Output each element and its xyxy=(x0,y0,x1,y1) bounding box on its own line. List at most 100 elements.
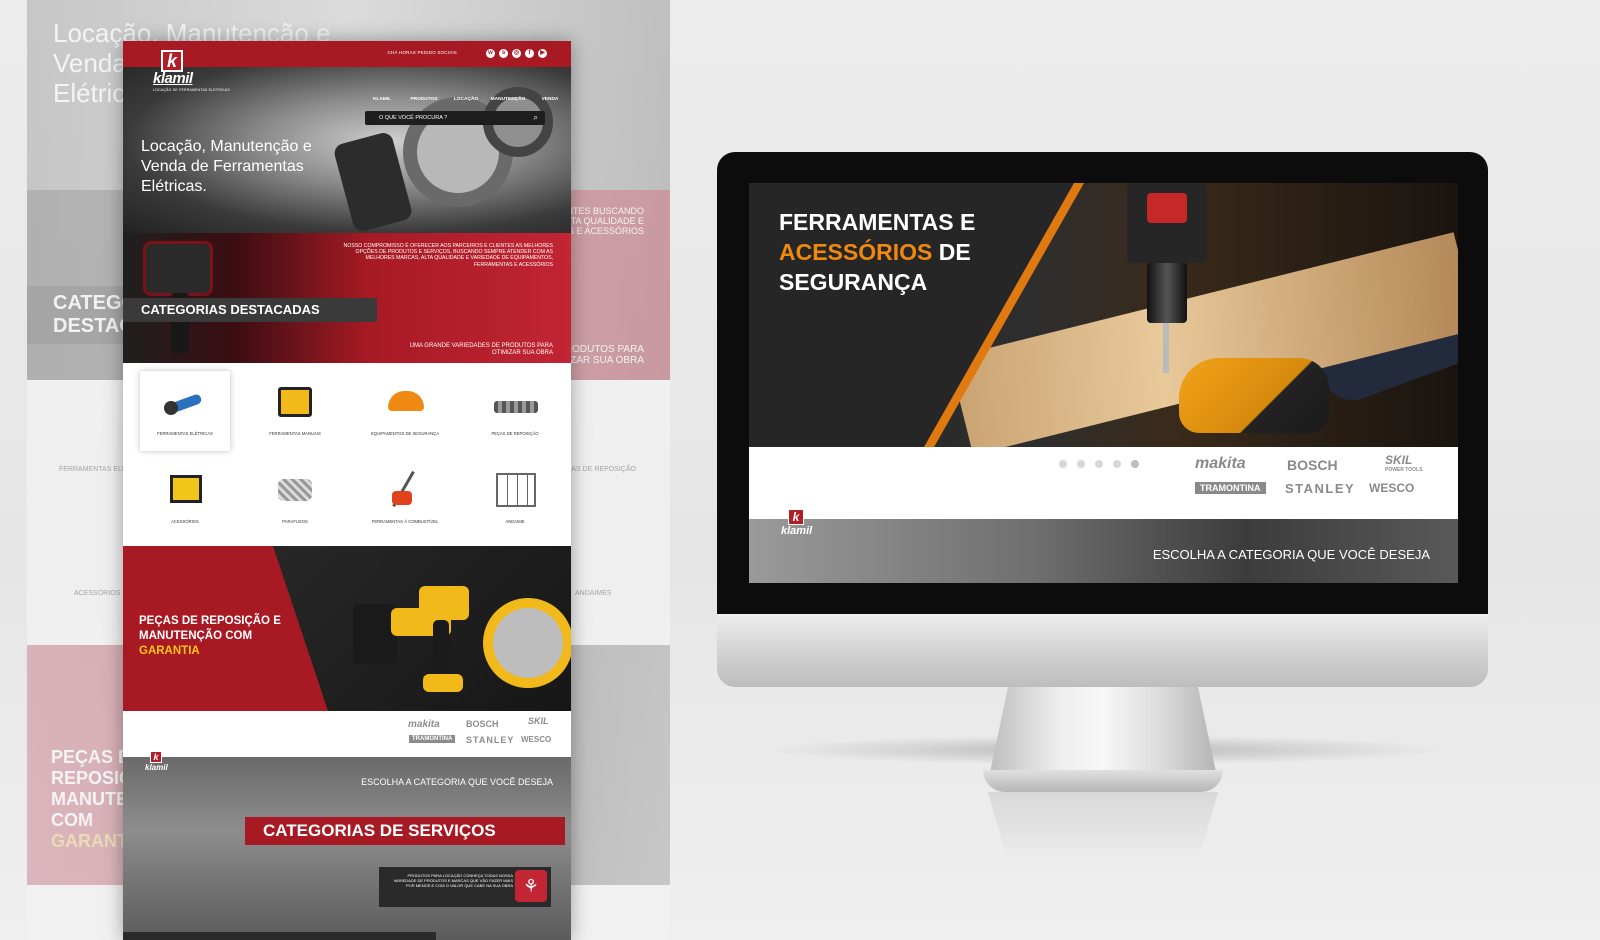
drill-bit-image xyxy=(1163,323,1169,373)
logo-name: klamil xyxy=(153,70,193,87)
logo-mark: k xyxy=(150,751,162,763)
nav-locacao[interactable]: LOCAÇÃO xyxy=(445,97,487,102)
screws-icon xyxy=(272,469,318,509)
brands-bar: makita BOSCH SKIL TRAMONTINA STANLEY WES… xyxy=(123,711,571,757)
hero-title: Locação, Manutenção e Venda de Ferrament… xyxy=(141,138,312,195)
monitor-screen: FERRAMENTAS E ACESSÓRIOS DE SEGURANÇA ma… xyxy=(749,183,1458,583)
footer-logo[interactable]: k klamil xyxy=(145,751,168,772)
brand-makita: makita xyxy=(408,719,440,730)
parts-title: PEÇAS DE REPOSIÇÃO E MANUTENÇÃO COM GARA… xyxy=(139,614,309,659)
drill-image xyxy=(143,241,213,296)
glove-image xyxy=(1179,358,1329,433)
rental-products-text: PRODUTOS PARA LOCAÇÃO CONHEÇA TODAS NOSS… xyxy=(393,873,513,888)
nav-klamil[interactable]: KLAMIL xyxy=(361,97,403,102)
category-label: FERRAMENTAS MANUAIS xyxy=(269,431,321,436)
screen-hero-banner: FERRAMENTAS E ACESSÓRIOS DE SEGURANÇA xyxy=(749,183,1458,456)
bottom-dark-bar xyxy=(123,932,436,940)
nav-manutencao[interactable]: MANUTENÇÃO xyxy=(487,97,529,102)
nav-produtos[interactable]: PRODUTOS xyxy=(403,97,445,102)
brand-stanley: STANLEY xyxy=(466,735,515,745)
parts-title-gold: GARANTIA xyxy=(139,645,200,657)
services-categories-title: CATEGORIAS DE SERVIÇOS xyxy=(245,817,565,845)
screen-hero-title: FERRAMENTAS E ACESSÓRIOS DE SEGURANÇA xyxy=(779,207,1059,297)
category-andaime[interactable]: ANDAIME xyxy=(470,459,560,539)
battery-image xyxy=(423,674,463,692)
category-equipamentos-seguranca[interactable]: EQUIPAMENTOS DE SEGURANÇA xyxy=(360,371,450,451)
parts-title-text: PEÇAS DE REPOSIÇÃO E MANUTENÇÃO COM xyxy=(139,615,281,642)
logo-name: klamil xyxy=(781,525,813,537)
search-input[interactable]: O QUE VOCÊ PROCURA ? ⌕ xyxy=(365,111,545,125)
category-label: PEÇAS DE REPOSIÇÃO xyxy=(491,431,539,436)
instagram-icon[interactable]: ◎ xyxy=(512,49,521,58)
circular-saw-image xyxy=(483,598,571,688)
category-ferramentas-manuais[interactable]: FERRAMENTAS MANUAIS xyxy=(250,371,340,451)
spare-parts-icon xyxy=(492,381,538,421)
monitor-bezel: FERRAMENTAS E ACESSÓRIOS DE SEGURANÇA ma… xyxy=(717,152,1488,614)
slider-dot-4[interactable] xyxy=(1113,460,1121,468)
slider-dot-5[interactable] xyxy=(1131,460,1139,468)
drill-image xyxy=(419,586,469,620)
logo-mark: k xyxy=(161,50,183,72)
screen-brands-bar: makita BOSCH SKIL POWER TOOLS TRAMONTINA… xyxy=(749,447,1458,519)
facebook-icon[interactable]: f xyxy=(525,49,534,58)
category-cta-section: k klamil ESCOLHA A CATEGORIA QUE VOCÊ DE… xyxy=(123,751,571,940)
hero-title-line-1: FERRAMENTAS E xyxy=(779,209,976,235)
search-icon[interactable]: ⌕ xyxy=(534,113,538,123)
slider-dot-3[interactable] xyxy=(1095,460,1103,468)
brand-makita: makita xyxy=(1195,455,1246,472)
monitor-stand xyxy=(988,687,1218,782)
brand-skil: SKIL xyxy=(1385,453,1413,467)
youtube-icon[interactable]: ▶ xyxy=(538,49,547,58)
generator-icon xyxy=(162,469,208,509)
category-acessorios[interactable]: ACESSÓRIOS xyxy=(140,459,230,539)
rental-products-box[interactable]: PRODUTOS PARA LOCAÇÃO CONHEÇA TODAS NOSS… xyxy=(379,867,551,907)
category-ferramentas-eletricas[interactable]: FERRAMENTAS ELÉTRICAS xyxy=(140,371,230,451)
hero-title-line-2: DE xyxy=(938,239,971,265)
brand-skil: SKIL xyxy=(528,716,549,726)
logo[interactable]: k klamil LOCAÇÃO DE FERRAMENTAS ELÉTRICA… xyxy=(153,50,230,92)
brand-tramontina: TRAMONTINA xyxy=(1195,482,1266,494)
category-parafusos[interactable]: PARAFUSOS xyxy=(250,459,340,539)
website-mockup: CHÁ HORAS PEDIDO SOCIAIS w s ◎ f ▶ KLAMI… xyxy=(123,41,571,940)
commitment-section: NOSSO COMPROMISSO É OFERECER AOS PARCEIR… xyxy=(123,233,571,363)
nav-venda[interactable]: VENDA xyxy=(529,97,571,102)
slider-dot-1[interactable] xyxy=(1059,460,1067,468)
monitor-chin xyxy=(717,614,1488,687)
brand-stanley: STANLEY xyxy=(1285,481,1356,496)
angle-grinder-icon xyxy=(162,381,208,421)
topbar-text: CHÁ HORAS PEDIDO SOCIAIS xyxy=(387,50,457,55)
safety-helmet-icon xyxy=(382,381,428,421)
monitor-base xyxy=(983,770,1223,792)
drill-chuck-image xyxy=(1147,263,1187,323)
choose-category-text[interactable]: ESCOLHA A CATEGORIA QUE VOCÊ DESEJA xyxy=(361,777,553,787)
drill-battery-image xyxy=(1147,193,1187,223)
ghost-label: ACESSÓRIOS xyxy=(74,590,121,597)
logo-mark: k xyxy=(788,509,804,525)
featured-categories-title: CATEGORIAS DESTACADAS xyxy=(123,298,377,322)
screen-logo[interactable]: k klamil xyxy=(781,509,812,537)
category-pecas-reposicao[interactable]: PEÇAS DE REPOSIÇÃO xyxy=(470,371,560,451)
category-ferramentas-combustivel[interactable]: FERRAMENTAS À COMBUSTÍVEL xyxy=(360,459,450,539)
handshake-icon: ⚘ xyxy=(515,870,547,902)
categories-grid: FERRAMENTAS ELÉTRICAS FERRAMENTAS MANUAI… xyxy=(123,363,571,546)
brand-bosch: BOSCH xyxy=(466,719,499,729)
brand-bosch: BOSCH xyxy=(1287,457,1338,473)
logo-name: klamil xyxy=(145,763,168,772)
ghost-label: ANDAIMES xyxy=(575,590,612,597)
brand-wesco: WESCO xyxy=(1369,481,1415,495)
slider-dot-2[interactable] xyxy=(1077,460,1085,468)
category-label: ACESSÓRIOS xyxy=(171,519,199,524)
toolbox-icon xyxy=(272,381,318,421)
desktop-monitor: FERRAMENTAS E ACESSÓRIOS DE SEGURANÇA ma… xyxy=(717,152,1488,687)
brand-skil-sub: POWER TOOLS xyxy=(1385,467,1423,473)
scaffold-icon xyxy=(492,469,538,509)
commitment-text: NOSSO COMPROMISSO É OFERECER AOS PARCEIR… xyxy=(343,243,553,268)
choose-category-text[interactable]: ESCOLHA A CATEGORIA QUE VOCÊ DESEJA xyxy=(1153,547,1430,562)
hero-title-accent: ACESSÓRIOS xyxy=(779,239,933,265)
category-label: ANDAIME xyxy=(505,519,525,524)
skype-icon[interactable]: s xyxy=(499,49,508,58)
hero-title-line-3: SEGURANÇA xyxy=(779,269,928,295)
whatsapp-icon[interactable]: w xyxy=(486,49,495,58)
monitor-reflection xyxy=(988,792,1218,862)
main-nav: KLAMIL PRODUTOS LOCAÇÃO MANUTENÇÃO VENDA xyxy=(361,97,571,102)
